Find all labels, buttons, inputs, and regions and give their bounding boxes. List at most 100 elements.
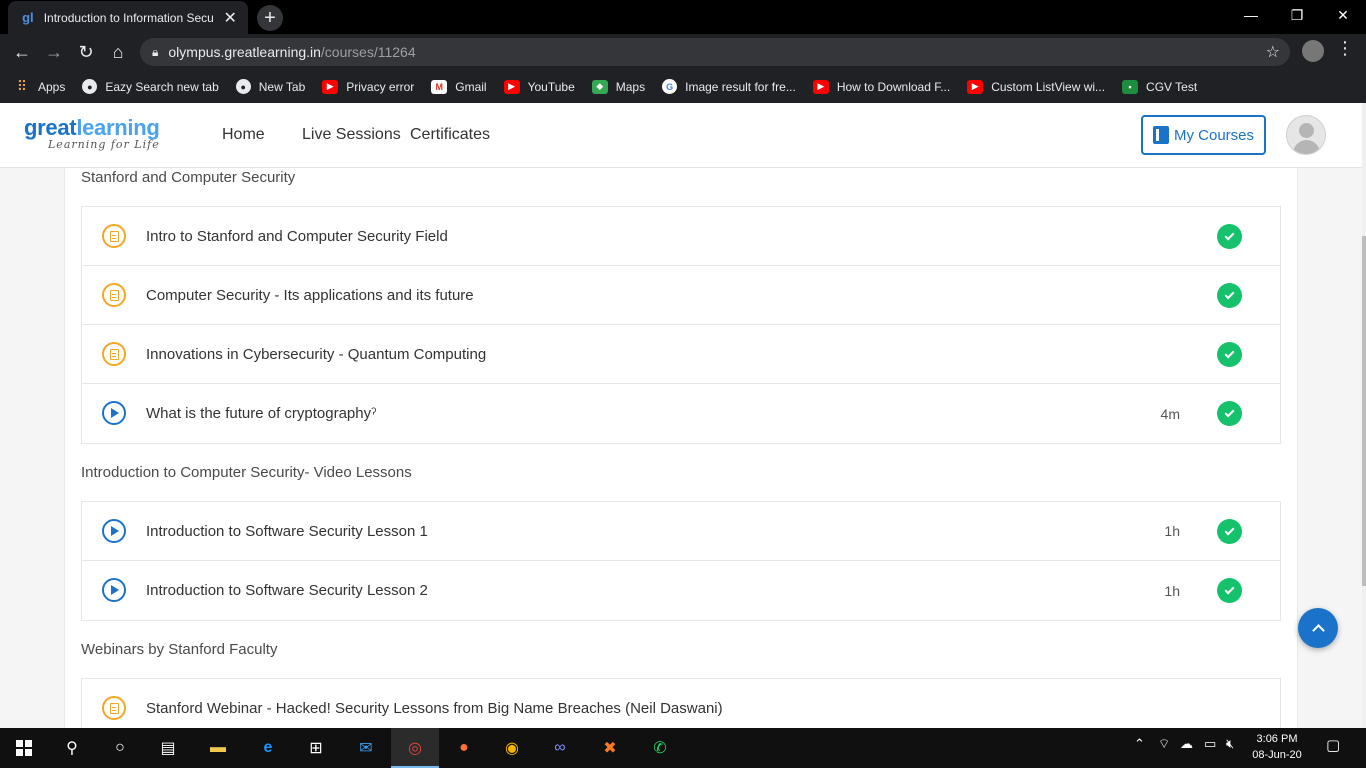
item-title: Stanford Webinar - Hacked! Security Less… [146,700,723,717]
close-window-icon[interactable]: ✕ [1320,0,1366,30]
play-video-icon [102,578,126,602]
bookmark-custom-listview[interactable]: ▶ Custom ListView wi... [967,79,1106,94]
scroll-to-top-button[interactable] [1298,608,1338,648]
bookmark-how-to-download[interactable]: ▶ How to Download F... [812,79,951,94]
cortana-icon[interactable]: ○ [108,736,132,760]
nav-live-sessions[interactable]: Live Sessions [302,126,401,144]
item-title: What is the future of cryptographyˀ [146,405,377,422]
list-item[interactable]: Introduction to Software Security Lesson… [82,502,1280,561]
document-icon [102,283,126,307]
bookmark-label: New Tab [258,79,306,94]
module-list: Introduction to Software Security Lesson… [81,501,1281,621]
logo-tagline: Learning for Life [48,138,160,151]
new-tab-button[interactable]: + [257,5,283,31]
bookmark-label: How to Download F... [836,79,951,94]
notifications-icon[interactable]: ▢ [1326,736,1340,754]
list-item[interactable]: Innovations in Cybersecurity - Quantum C… [82,325,1280,384]
browser-tab[interactable]: gl Introduction to Information Secu ✕ [8,1,248,34]
globe-icon: ● [82,79,98,94]
chrome-menu-icon[interactable]: ⋮ [1336,38,1354,59]
store-icon[interactable]: ⊞ [304,736,328,760]
list-item[interactable]: Intro to Stanford and Computer Security … [82,207,1280,266]
bookmark-gmail[interactable]: M Gmail [431,79,487,94]
clock-date: 08-Jun-20 [1252,749,1302,761]
classroom-icon: ▪ [1122,79,1139,94]
module-list: Intro to Stanford and Computer Security … [81,206,1281,444]
scrollbar-thumb[interactable] [1362,236,1366,586]
google-icon: G [662,79,678,94]
bookmark-star-icon[interactable]: ☆ [1266,42,1280,62]
volume-muted-icon[interactable]: 🔇︎ [1226,736,1234,752]
windows-taskbar: ⚲ ○ ▤ ▬ e ⊞ ✉ ● ◉ ∞ ✖ ✆ ⌃ ⌔ ☁ ▭ 🔇︎ ▢ [0,728,1366,768]
infinity-app-icon[interactable]: ∞ [548,736,572,760]
url-path: /courses/11264 [320,44,416,60]
my-courses-button[interactable]: My Courses [1141,115,1266,155]
search-icon[interactable]: ⚲ [60,736,84,760]
taskbar-clock[interactable]: 3:06 PM 08-Jun-20 [1246,731,1308,763]
wifi-icon[interactable]: ⌔ [1158,736,1170,752]
address-bar[interactable]: 🔒︎ olympus.greatlearning.in/courses/1126… [140,38,1290,66]
bookmark-label: Custom ListView wi... [991,79,1106,94]
bookmark-apps[interactable]: ⠿ Apps [14,78,66,94]
list-item[interactable]: What is the future of cryptographyˀ 4m [82,384,1280,443]
windows-start-icon[interactable] [12,736,36,760]
maps-icon: ◆ [591,79,608,94]
home-icon[interactable]: ⌂ [104,38,132,66]
completed-check-icon [1217,578,1242,603]
apps-icon: ⠿ [16,78,28,94]
youtube-icon: ▶ [322,79,339,94]
file-explorer-icon[interactable]: ▬ [206,736,230,760]
bookmarks-bar: ⠿ Apps ● Eazy Search new tab ● New Tab ▶ Pri… [0,70,1366,103]
restore-window-icon[interactable]: ❐ [1274,0,1320,30]
logo-text-great: great [24,115,77,140]
clock-time: 3:06 PM [1256,733,1298,745]
nav-certificates[interactable]: Certificates [410,126,490,144]
firefox-icon[interactable]: ● [452,736,476,760]
back-arrow-icon[interactable]: ← [8,38,36,66]
brave-icon[interactable]: ◉ [500,736,524,760]
greatlearning-logo[interactable]: greatlearning Learning for Life [24,115,160,151]
edge-icon[interactable]: e [256,736,280,760]
completed-check-icon [1217,401,1242,426]
tab-title: Introduction to Information Secu [43,10,214,25]
chrome-profile-avatar[interactable] [1302,40,1324,62]
forward-arrow-icon[interactable]: → [40,38,68,66]
tray-chevron-up-icon[interactable]: ⌃ [1134,736,1145,752]
lock-icon: 🔒︎ [152,44,159,59]
list-item[interactable]: Stanford Webinar - Hacked! Security Less… [82,679,1280,728]
site-header: greatlearning Learning for Life Home Liv… [0,103,1362,168]
section-title: Webinars by Stanford Faculty [81,641,278,658]
user-avatar[interactable] [1286,115,1326,155]
bookmark-cgv-test[interactable]: ▪ CGV Test [1122,79,1197,94]
bookmark-youtube[interactable]: ▶ YouTube [503,79,575,94]
list-item[interactable]: Computer Security - Its applications and… [82,266,1280,325]
reload-icon[interactable]: ↻ [72,38,100,66]
taskbar-chrome-button[interactable]: ◎ [391,728,439,768]
nav-home[interactable]: Home [222,126,265,144]
bookmark-label: Gmail [455,79,487,94]
list-item[interactable]: Introduction to Software Security Lesson… [82,561,1280,620]
whatsapp-icon[interactable]: ✆ [648,736,672,760]
bookmark-image-result[interactable]: G Image result for fre... [662,79,796,94]
bookmark-label: YouTube [527,79,575,94]
xampp-icon[interactable]: ✖ [598,736,622,760]
completed-check-icon [1217,519,1242,544]
browser-toolbar: ← → ↻ ⌂ 🔒︎ olympus.greatlearning.in/cour… [0,34,1366,70]
page-scrollbar[interactable] [1362,103,1366,728]
bookmark-maps[interactable]: ◆ Maps [591,79,645,94]
youtube-icon: ▶ [967,79,984,94]
onedrive-cloud-icon[interactable]: ☁ [1180,736,1193,752]
bookmark-privacy-error[interactable]: ▶ Privacy error [322,79,414,94]
item-title: Innovations in Cybersecurity - Quantum C… [146,345,487,363]
item-title: Introduction to Software Security Lesson… [146,582,428,599]
bookmark-label: Apps [38,79,66,94]
item-title: Computer Security - Its applications and… [146,286,474,304]
bookmark-eazy-search[interactable]: ● Eazy Search new tab [82,79,219,94]
mail-icon[interactable]: ✉ [354,736,378,760]
battery-icon[interactable]: ▭ [1204,736,1216,752]
task-view-icon[interactable]: ▤ [156,736,180,760]
close-tab-icon[interactable]: ✕ [220,8,240,28]
bookmark-new-tab[interactable]: ● New Tab [235,79,306,94]
document-icon [102,696,126,720]
minimize-window-icon[interactable]: — [1228,0,1274,30]
